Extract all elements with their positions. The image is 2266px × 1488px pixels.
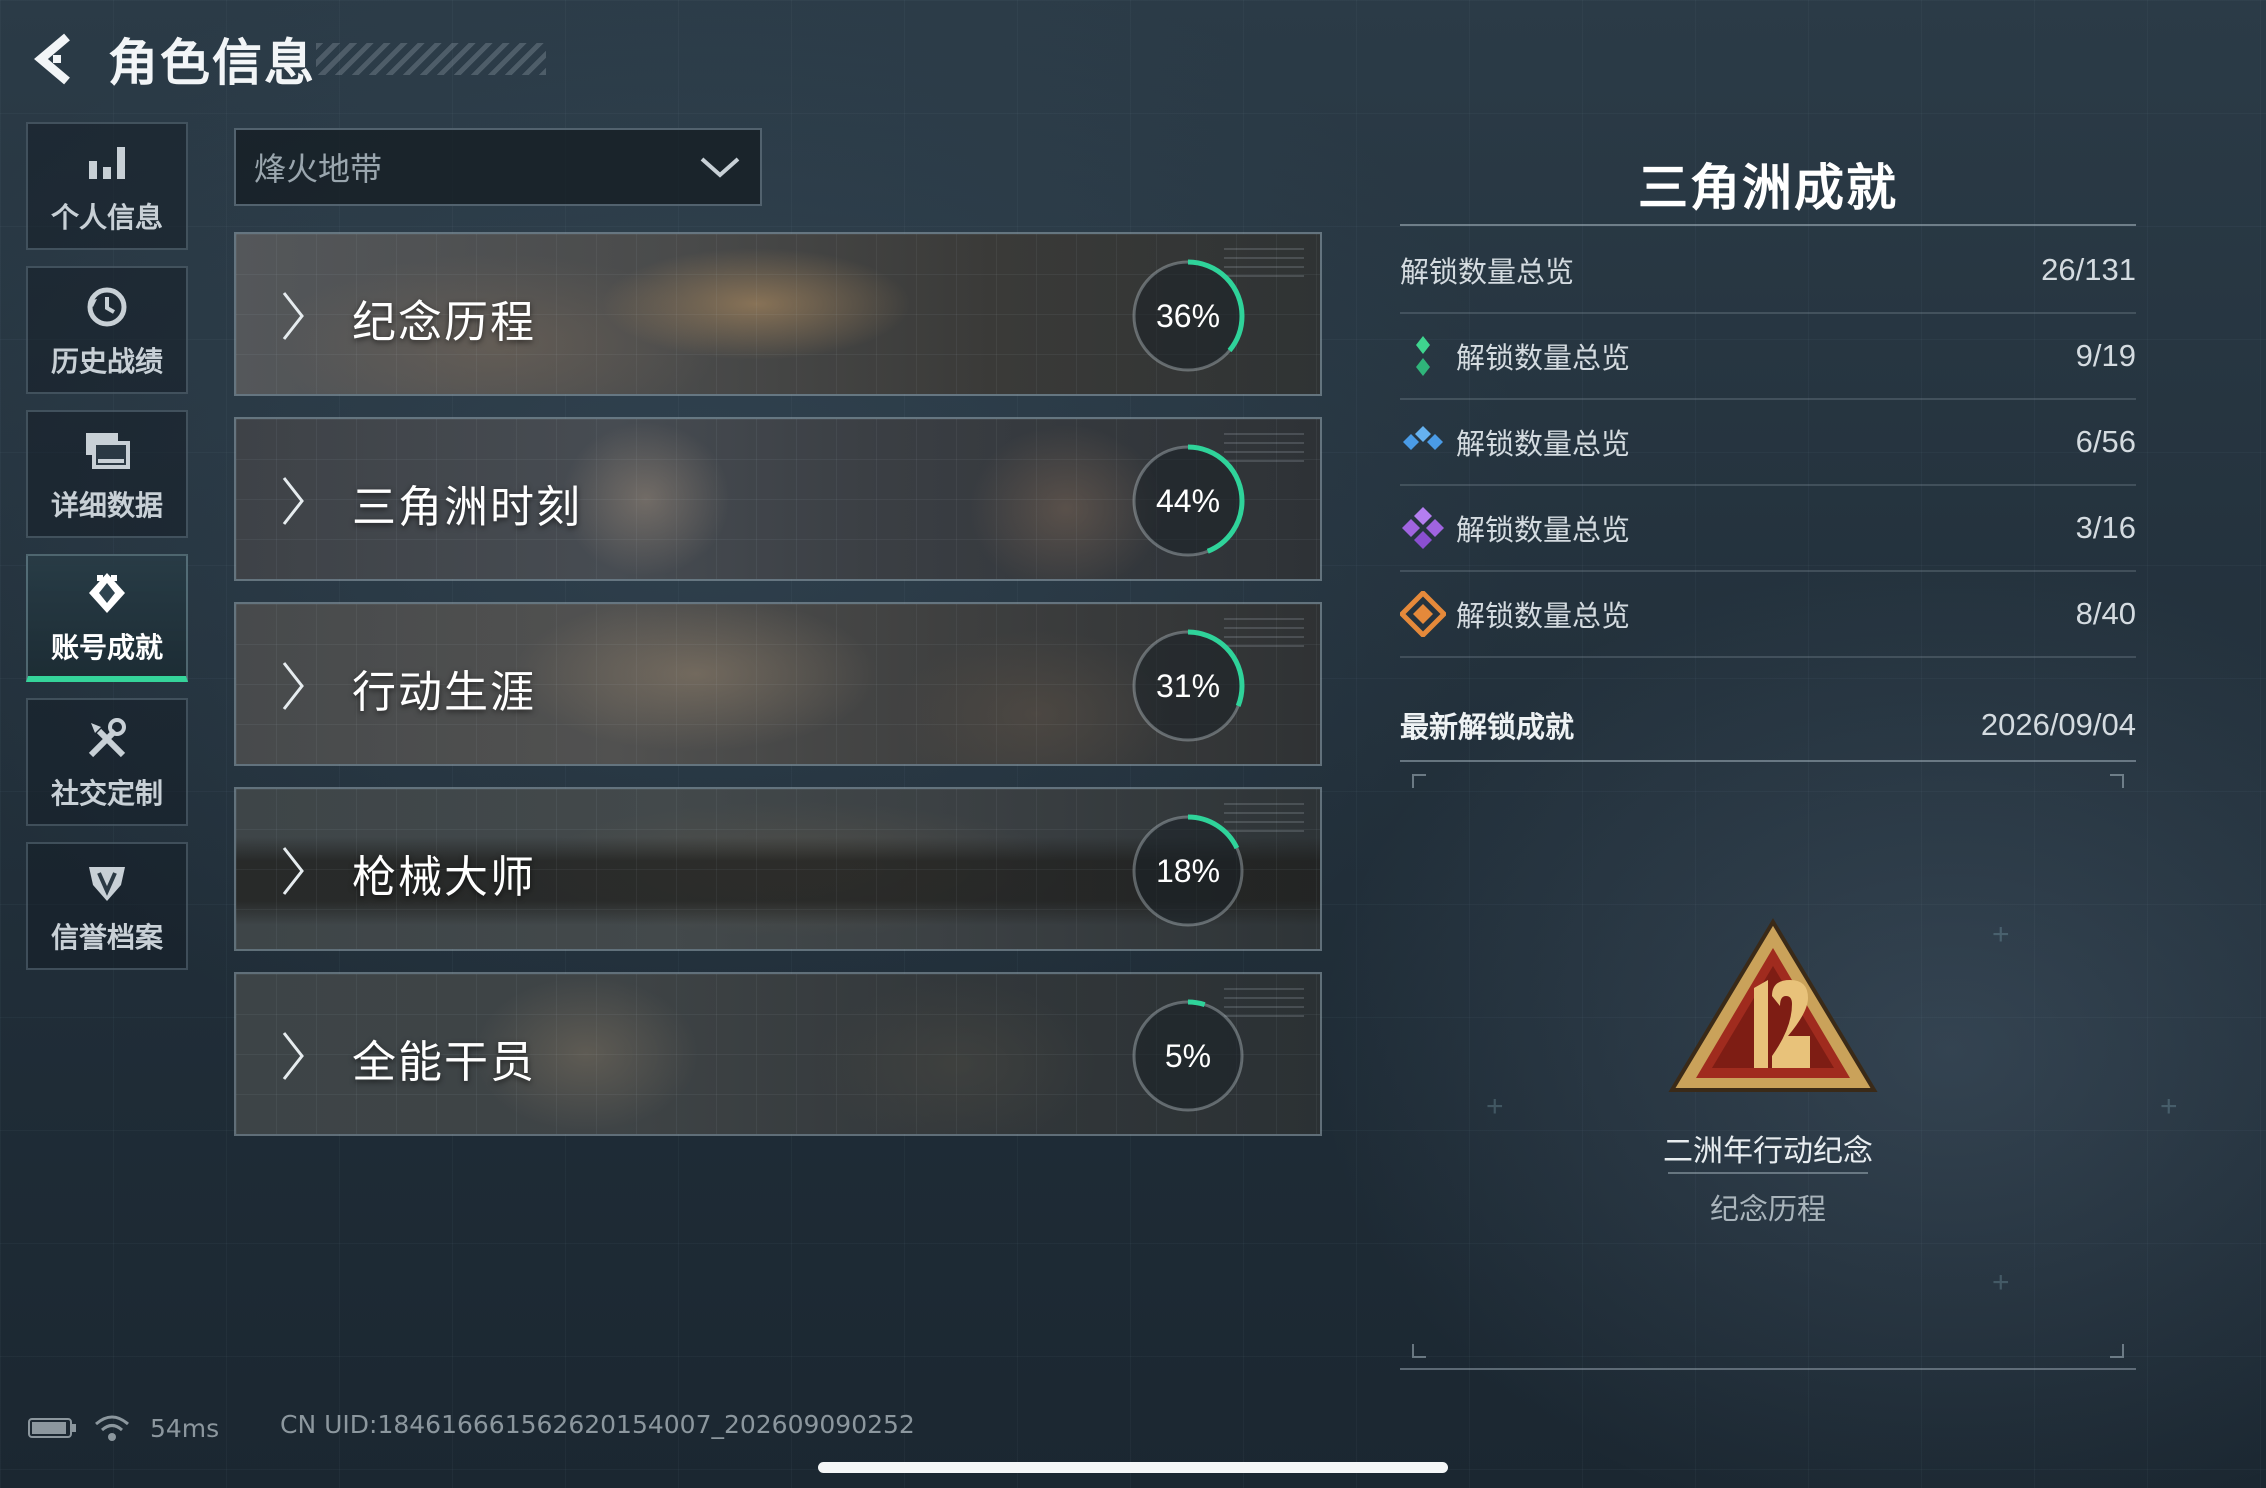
unlock-tier-value: 3/16 — [2075, 510, 2136, 545]
achievement-badge-icon — [85, 566, 129, 620]
unlock-tier-value: 8/40 — [2075, 596, 2136, 631]
unlock-tier-row: 解锁数量总览 9/19 — [1400, 314, 2136, 400]
unlock-tier-value: 9/19 — [2075, 338, 2136, 373]
sidebar-item-label: 账号成就 — [50, 632, 163, 663]
sidebar-item-personal-info[interactable]: 个人信息 — [26, 122, 188, 250]
wifi-icon — [95, 1415, 129, 1441]
frame-corner — [2110, 774, 2124, 788]
panel-title: 三角洲成就 — [1638, 160, 1898, 216]
category-card-memorial[interactable]: 纪念历程 36% — [234, 232, 1322, 396]
orange-gem-icon — [1400, 591, 1446, 637]
battery-icon — [28, 1418, 76, 1438]
unlock-tier-row: 解锁数量总览 3/16 — [1400, 486, 2136, 572]
latest-achievement-date: 2026/09/04 — [1980, 707, 2136, 742]
sidebar-item-label: 信誉档案 — [50, 922, 163, 953]
frame-corner — [1412, 774, 1426, 788]
history-clock-icon — [85, 280, 129, 334]
sidebar-item-details[interactable]: 详细数据 — [26, 410, 188, 538]
achievement-badge-icon — [1668, 918, 1878, 1092]
sidebar-item-history[interactable]: 历史战绩 — [26, 266, 188, 394]
panel-divider — [1400, 224, 2136, 226]
purple-gem-icon — [1400, 505, 1446, 551]
category-card-all-round-operator[interactable]: 全能干员 5% — [234, 972, 1322, 1136]
home-indicator[interactable] — [818, 1462, 1448, 1473]
green-gem-icon — [1400, 333, 1446, 379]
sidebar-item-label: 社交定制 — [50, 778, 163, 809]
sidebar: 个人信息 历史战绩 详细数据 账号成就 社交定制 信誉档案 — [26, 122, 188, 986]
progress-percent: 36% — [1155, 297, 1221, 334]
sidebar-item-label: 详细数据 — [50, 490, 163, 521]
progress-percent: 44% — [1155, 482, 1221, 519]
unlock-total-value: 26/131 — [2041, 252, 2136, 287]
unlock-tier-label: 解锁数量总览 — [1456, 429, 1631, 461]
progress-percent: 5% — [1164, 1037, 1212, 1074]
chevron-right-icon — [282, 662, 304, 710]
progress-percent: 18% — [1155, 852, 1221, 889]
sidebar-item-achievements[interactable]: 账号成就 — [26, 554, 188, 682]
unlock-tier-row: 解锁数量总览 6/56 — [1400, 400, 2136, 486]
category-name: 三角洲时刻 — [352, 483, 582, 532]
page-header: 角色信息 — [26, 24, 546, 94]
category-name: 纪念历程 — [352, 298, 536, 347]
category-name: 行动生涯 — [352, 668, 536, 717]
unlock-tier-label: 解锁数量总览 — [1456, 515, 1631, 547]
unlock-tier-label: 解锁数量总览 — [1456, 601, 1631, 633]
category-card-operation-career[interactable]: 行动生涯 31% — [234, 602, 1322, 766]
chevron-down-icon — [700, 157, 740, 178]
page-title: 角色信息 — [108, 35, 316, 91]
chevron-right-icon — [282, 477, 304, 525]
mode-select-value: 烽火地带 — [254, 151, 383, 187]
back-button[interactable] — [26, 24, 86, 94]
back-arrow-icon — [34, 33, 70, 85]
unlock-total-label: 解锁数量总览 — [1400, 257, 1575, 289]
chevron-right-icon — [282, 292, 304, 340]
category-card-delta-moments[interactable]: 三角洲时刻 44% — [234, 417, 1322, 581]
achievement-divider — [1668, 1172, 1868, 1174]
chevron-right-icon — [282, 1032, 304, 1080]
unlock-tier-row: 解锁数量总览 8/40 — [1400, 572, 2136, 658]
achievement-category: 纪念历程 — [1709, 1194, 1826, 1226]
panel-bottom-divider — [1400, 1368, 2136, 1370]
frame-corner — [2110, 1344, 2124, 1358]
mode-select-dropdown[interactable]: 烽火地带 — [234, 128, 762, 206]
unlock-tier-label: 解锁数量总览 — [1456, 343, 1631, 375]
category-card-weapon-master[interactable]: 枪械大师 18% — [234, 787, 1322, 951]
unlock-total-row: 解锁数量总览 26/131 — [1400, 228, 2136, 314]
category-name: 全能干员 — [352, 1038, 536, 1087]
bar-chart-icon — [87, 136, 127, 190]
category-name: 枪械大师 — [352, 853, 536, 902]
user-uid: CN UID:18461666156262015400‍7_2026090902… — [280, 1410, 915, 1439]
tools-icon — [85, 712, 129, 766]
title-decoration — [316, 43, 546, 75]
frame-corner — [1412, 1344, 1426, 1358]
chevron-right-icon — [282, 847, 304, 895]
sidebar-item-label: 历史战绩 — [50, 346, 163, 377]
sidebar-item-social[interactable]: 社交定制 — [26, 698, 188, 826]
crosshair-decoration: + — [2160, 1090, 2178, 1123]
latest-achievement-header: 最新解锁成就 2026/09/04 — [1400, 690, 2136, 762]
unlock-tier-value: 6/56 — [2075, 424, 2136, 459]
sidebar-item-reputation[interactable]: 信誉档案 — [26, 842, 188, 970]
sidebar-item-label: 个人信息 — [50, 202, 163, 233]
ping-value: 54ms — [150, 1413, 220, 1443]
shield-badge-icon — [85, 856, 129, 910]
data-cards-icon — [84, 424, 130, 478]
status-bar: 54ms — [28, 1408, 219, 1448]
blue-gem-icon — [1400, 419, 1446, 465]
latest-achievement-label: 最新解锁成就 — [1400, 712, 1575, 744]
achievement-category-list: 纪念历程 36% 三角洲时刻 44% 行动生涯 31% 枪械大师 18% 全能干 — [234, 232, 1322, 1157]
progress-percent: 31% — [1155, 667, 1221, 704]
achievement-name: 二洲年行动纪念 — [1663, 1135, 1873, 1168]
